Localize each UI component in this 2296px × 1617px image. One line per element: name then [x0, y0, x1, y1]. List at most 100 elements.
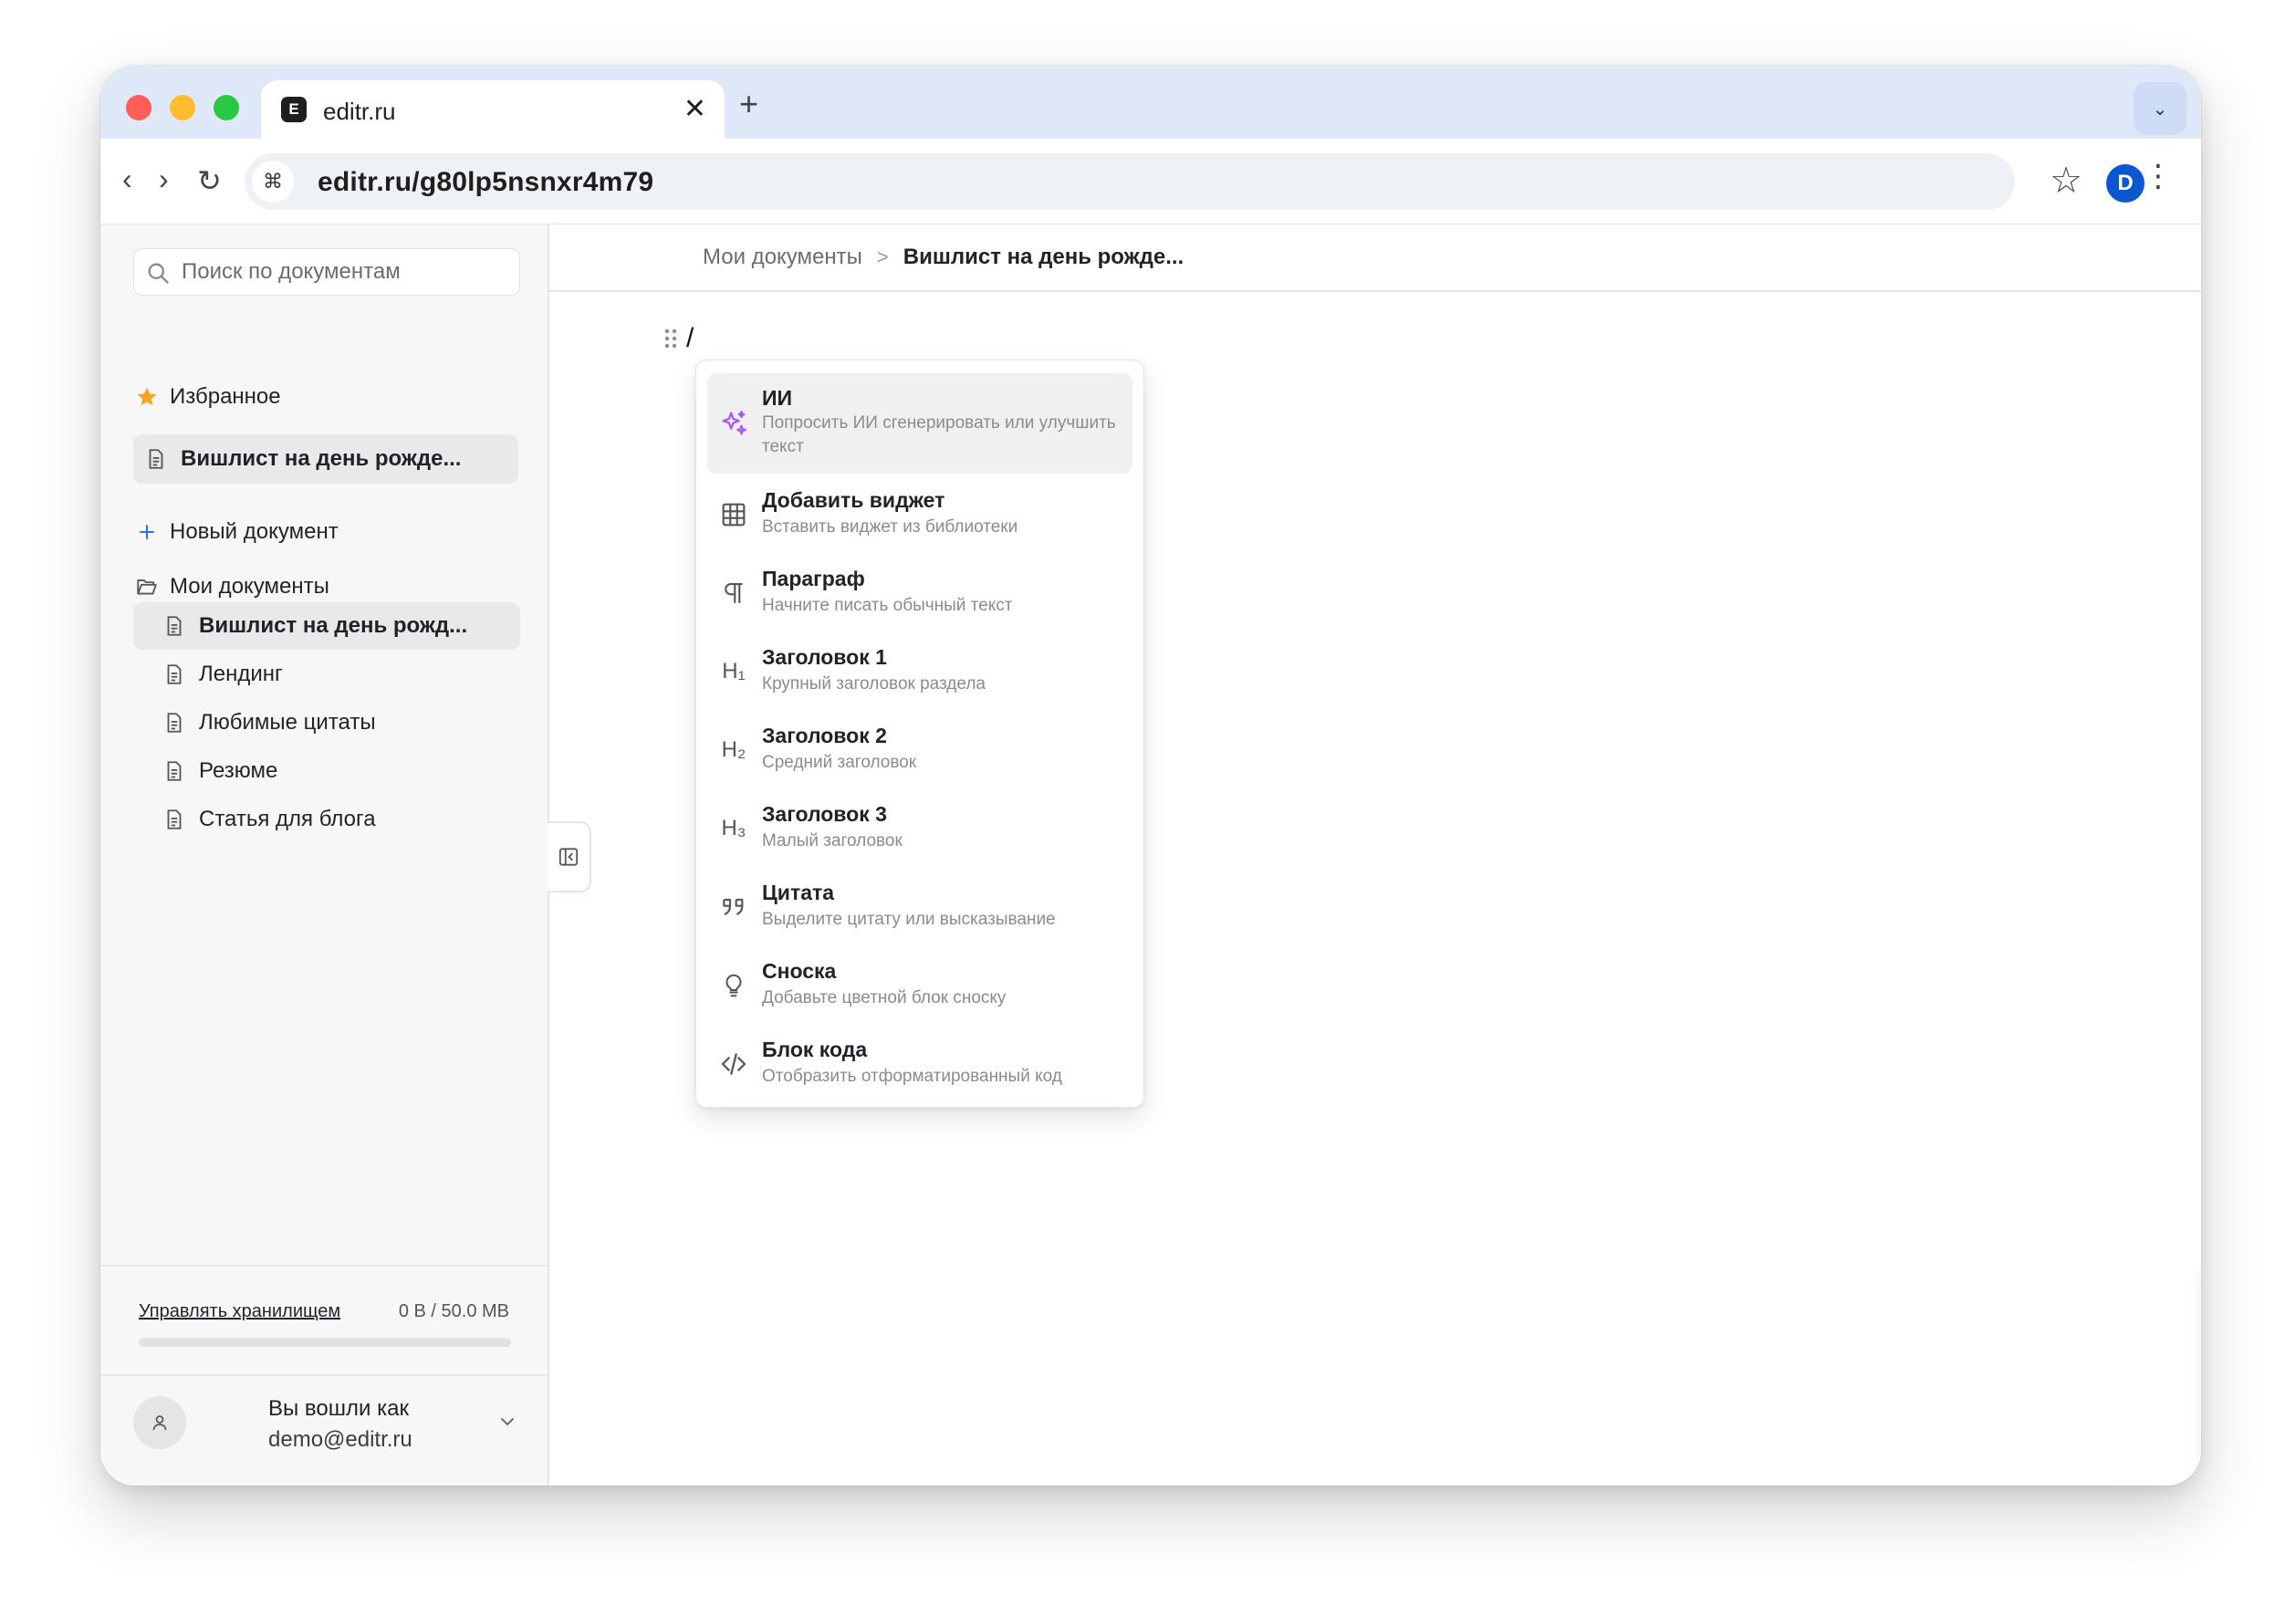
close-window-button[interactable] — [126, 95, 151, 120]
document-item[interactable]: Лендинг — [133, 651, 520, 698]
document-icon — [162, 711, 186, 735]
document-item[interactable]: Статья для блога — [133, 796, 520, 843]
heading-1-icon: H₁ — [722, 659, 746, 683]
folder-open-icon — [133, 573, 161, 600]
editor-app: Избранное Вишлист на день рожде... Новый… — [100, 224, 2201, 1486]
favorite-item-label: Вишлист на день рожде... — [181, 446, 462, 471]
editor-main: Мои документы > Вишлист на день рожде...… — [548, 224, 2201, 1486]
breadcrumb-separator-icon: > — [876, 245, 889, 268]
document-item[interactable]: Вишлист на день рожд... — [133, 602, 520, 650]
url-text[interactable]: editr.ru/g80lp5nsnxr4m79 — [318, 167, 653, 198]
menu-item-title: Заголовок 3 — [762, 802, 887, 826]
minimize-window-button[interactable] — [170, 95, 195, 120]
menu-item-description: Вставить виджет из библиотеки — [762, 517, 1018, 537]
profile-avatar[interactable]: D — [2106, 164, 2145, 203]
menu-item-code-block[interactable]: Блок кода Отобразить отформатированный к… — [707, 1028, 1132, 1101]
menu-item-quote[interactable]: Цитата Выделите цитату или высказывание — [707, 871, 1132, 944]
lightbulb-icon — [718, 970, 749, 1001]
my-documents-label: Мои документы — [170, 574, 329, 599]
table-icon — [718, 499, 749, 530]
browser-menu-icon[interactable]: ⋮ — [2143, 161, 2174, 192]
forward-arrow-icon[interactable]: › — [159, 164, 169, 193]
zoom-window-button[interactable] — [214, 95, 239, 120]
pilcrow-icon — [718, 578, 749, 609]
search-input[interactable] — [182, 258, 510, 286]
menu-item-title: Цитата — [762, 881, 835, 904]
document-icon — [162, 808, 186, 831]
breadcrumb-current: Вишлист на день рожде... — [903, 245, 1185, 269]
storage-usage-text: 0 B / 50.0 MB — [398, 1301, 509, 1321]
menu-item-description: Крупный заголовок раздела — [762, 674, 986, 694]
tab-list-chevron-icon[interactable]: ⌄ — [2134, 82, 2186, 135]
tab-title: editr.ru — [323, 98, 396, 125]
document-icon — [144, 447, 168, 471]
document-icon — [162, 614, 186, 638]
favorites-label: Избранное — [170, 384, 281, 409]
user-icon — [152, 1415, 167, 1431]
my-documents-folder[interactable]: Мои документы — [133, 573, 329, 600]
document-icon — [162, 759, 186, 783]
new-document-label: Новый документ — [170, 519, 339, 544]
menu-item-description: Средний заголовок — [762, 753, 917, 772]
code-icon — [718, 1048, 749, 1080]
document-item[interactable]: Любимые цитаты — [133, 699, 520, 746]
back-arrow-icon[interactable]: ‹ — [122, 164, 132, 193]
site-info-icon[interactable]: ⌘ — [252, 161, 294, 203]
document-item-label: Любимые цитаты — [199, 710, 376, 735]
menu-item-heading-3[interactable]: H₃ Заголовок 3 Малый заголовок — [707, 793, 1132, 866]
document-item[interactable]: Резюме — [133, 747, 520, 795]
divider — [100, 1265, 548, 1267]
document-item-label: Лендинг — [199, 662, 283, 686]
slash-command-menu: ИИ Попросить ИИ сгенерировать или улучши… — [695, 360, 1144, 1108]
address-bar[interactable]: ⌘ editr.ru/g80lp5nsnxr4m79 — [245, 153, 2015, 210]
menu-item-heading-2[interactable]: H₂ Заголовок 2 Средний заголовок — [707, 715, 1132, 788]
menu-item-paragraph[interactable]: Параграф Начните писать обычный текст — [707, 558, 1132, 631]
editor-block-text[interactable]: / — [686, 323, 694, 354]
menu-item-callout[interactable]: Сноска Добавьте цветной блок сноску — [707, 950, 1132, 1023]
collapse-sidebar-button[interactable] — [548, 821, 591, 892]
tab-close-icon[interactable]: ✕ — [684, 93, 706, 125]
document-search[interactable] — [133, 248, 520, 296]
menu-item-ai[interactable]: ИИ Попросить ИИ сгенерировать или улучши… — [707, 373, 1132, 474]
site-favicon-icon: E — [281, 97, 307, 122]
chevron-down-icon[interactable] — [496, 1411, 518, 1433]
browser-tab[interactable]: E editr.ru ✕ — [261, 80, 725, 139]
browser-window: E editr.ru ✕ + ⌄ ‹ › ↻ ⌘ editr.ru/g80lp5… — [100, 66, 2201, 1486]
bookmark-star-icon[interactable]: ☆ — [2050, 162, 2082, 199]
search-icon — [145, 260, 171, 286]
quote-icon — [718, 892, 749, 923]
favorite-item[interactable]: Вишлист на день рожде... — [133, 434, 518, 484]
menu-item-description: Попросить ИИ сгенерировать или улучшить … — [762, 413, 1116, 456]
favorites-header: Избранное — [133, 383, 281, 411]
storage-progress-bar — [139, 1338, 511, 1347]
divider — [100, 1374, 548, 1376]
menu-item-title: Блок кода — [762, 1038, 868, 1061]
sidebar: Избранное Вишлист на день рожде... Новый… — [100, 224, 549, 1486]
browser-toolbar: ‹ › ↻ ⌘ editr.ru/g80lp5nsnxr4m79 ☆ D ⋮ — [100, 139, 2201, 224]
menu-item-title: Сноска — [762, 959, 837, 983]
new-document-button[interactable]: Новый документ — [133, 518, 339, 546]
manage-storage-link[interactable]: Управлять хранилищем — [139, 1301, 340, 1322]
document-icon — [162, 662, 186, 686]
menu-item-widget[interactable]: Добавить виджет Вставить виджет из библи… — [707, 479, 1132, 552]
breadcrumb-bar: Мои документы > Вишлист на день рожде... — [549, 224, 2201, 292]
menu-item-title: ИИ — [762, 386, 793, 410]
signed-in-label: Вы вошли как — [268, 1396, 409, 1421]
tab-strip: E editr.ru ✕ + ⌄ — [100, 66, 2201, 139]
star-icon — [133, 383, 161, 411]
menu-item-description: Начните писать обычный текст — [762, 596, 1013, 615]
menu-item-title: Добавить виджет — [762, 488, 945, 512]
sidebar-collapse-icon — [558, 848, 579, 866]
new-tab-button[interactable]: + — [739, 88, 758, 120]
heading-3-icon: H₃ — [721, 816, 746, 840]
menu-item-title: Заголовок 2 — [762, 724, 887, 747]
document-item-label: Резюме — [199, 758, 278, 783]
user-avatar[interactable] — [133, 1396, 186, 1449]
reload-icon[interactable]: ↻ — [197, 166, 222, 195]
sparkles-icon — [718, 408, 749, 439]
plus-icon — [133, 518, 161, 546]
menu-item-heading-1[interactable]: H₁ Заголовок 1 Крупный заголовок раздела — [707, 636, 1132, 709]
drag-handle-icon[interactable] — [663, 327, 679, 350]
menu-item-description: Добавьте цветной блок сноску — [762, 988, 1007, 1007]
breadcrumb-root-link[interactable]: Мои документы — [703, 245, 862, 270]
